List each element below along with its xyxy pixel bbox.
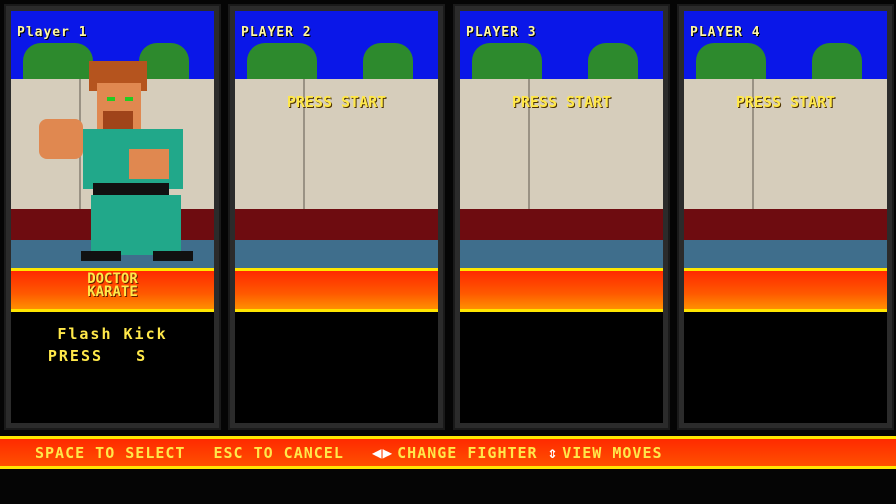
bush [472,43,542,81]
player-4-panel[interactable]: PLAYER 4 PRESS START [677,4,894,430]
left-right-arrows-icon: ◀▶ [371,443,394,462]
cancel-hint: ESC TO CANCEL [213,443,344,462]
fighter-name-band [235,268,438,312]
player-title: PLAYER 3 [466,25,537,40]
floor [235,240,438,268]
floor [684,240,887,268]
player-1-panel[interactable]: Player 1 DOCTOR KARATE Flash Kick PRESS S [4,4,221,430]
panel-stage: PLAYER 4 PRESS START [684,11,887,423]
panel-stage: PLAYER 3 PRESS START [460,11,663,423]
fighter-name: DOCTOR KARATE [11,272,214,300]
player-2-panel[interactable]: PLAYER 2 PRESS START [228,4,445,430]
panel-stage: Player 1 DOCTOR KARATE Flash Kick PRESS S [11,11,214,423]
press-start-label: PRESS START [511,93,612,111]
select-hint: SPACE TO SELECT [35,443,186,462]
bush [812,43,862,81]
floor [460,240,663,268]
player-title: PLAYER 2 [241,25,312,40]
up-down-arrows-icon: ⇕ [547,443,559,462]
move-input: PRESS S [47,347,148,365]
view-moves-hint: VIEW MOVES [562,443,663,462]
controls-bar: SPACE TO SELECT ESC TO CANCEL ◀▶ CHANGE … [0,436,896,469]
player-title: Player 1 [17,25,88,40]
player-title: PLAYER 4 [690,25,761,40]
wall-base [684,209,887,240]
bush [247,43,317,81]
press-start-label: PRESS START [735,93,836,111]
bush [696,43,766,81]
player-3-panel[interactable]: PLAYER 3 PRESS START [453,4,670,430]
fighter-name-band [460,268,663,312]
change-fighter-hint: CHANGE FIGHTER [397,443,538,462]
bush [23,43,93,81]
bush [588,43,638,81]
fighter-name-line: KARATE [87,284,138,300]
press-start-label: PRESS START [286,93,387,111]
panel-stage: PLAYER 2 PRESS START [235,11,438,423]
bush [363,43,413,81]
wall-base [235,209,438,240]
wall-base [460,209,663,240]
fighter-name-band [684,268,887,312]
move-name: Flash Kick [57,325,168,343]
